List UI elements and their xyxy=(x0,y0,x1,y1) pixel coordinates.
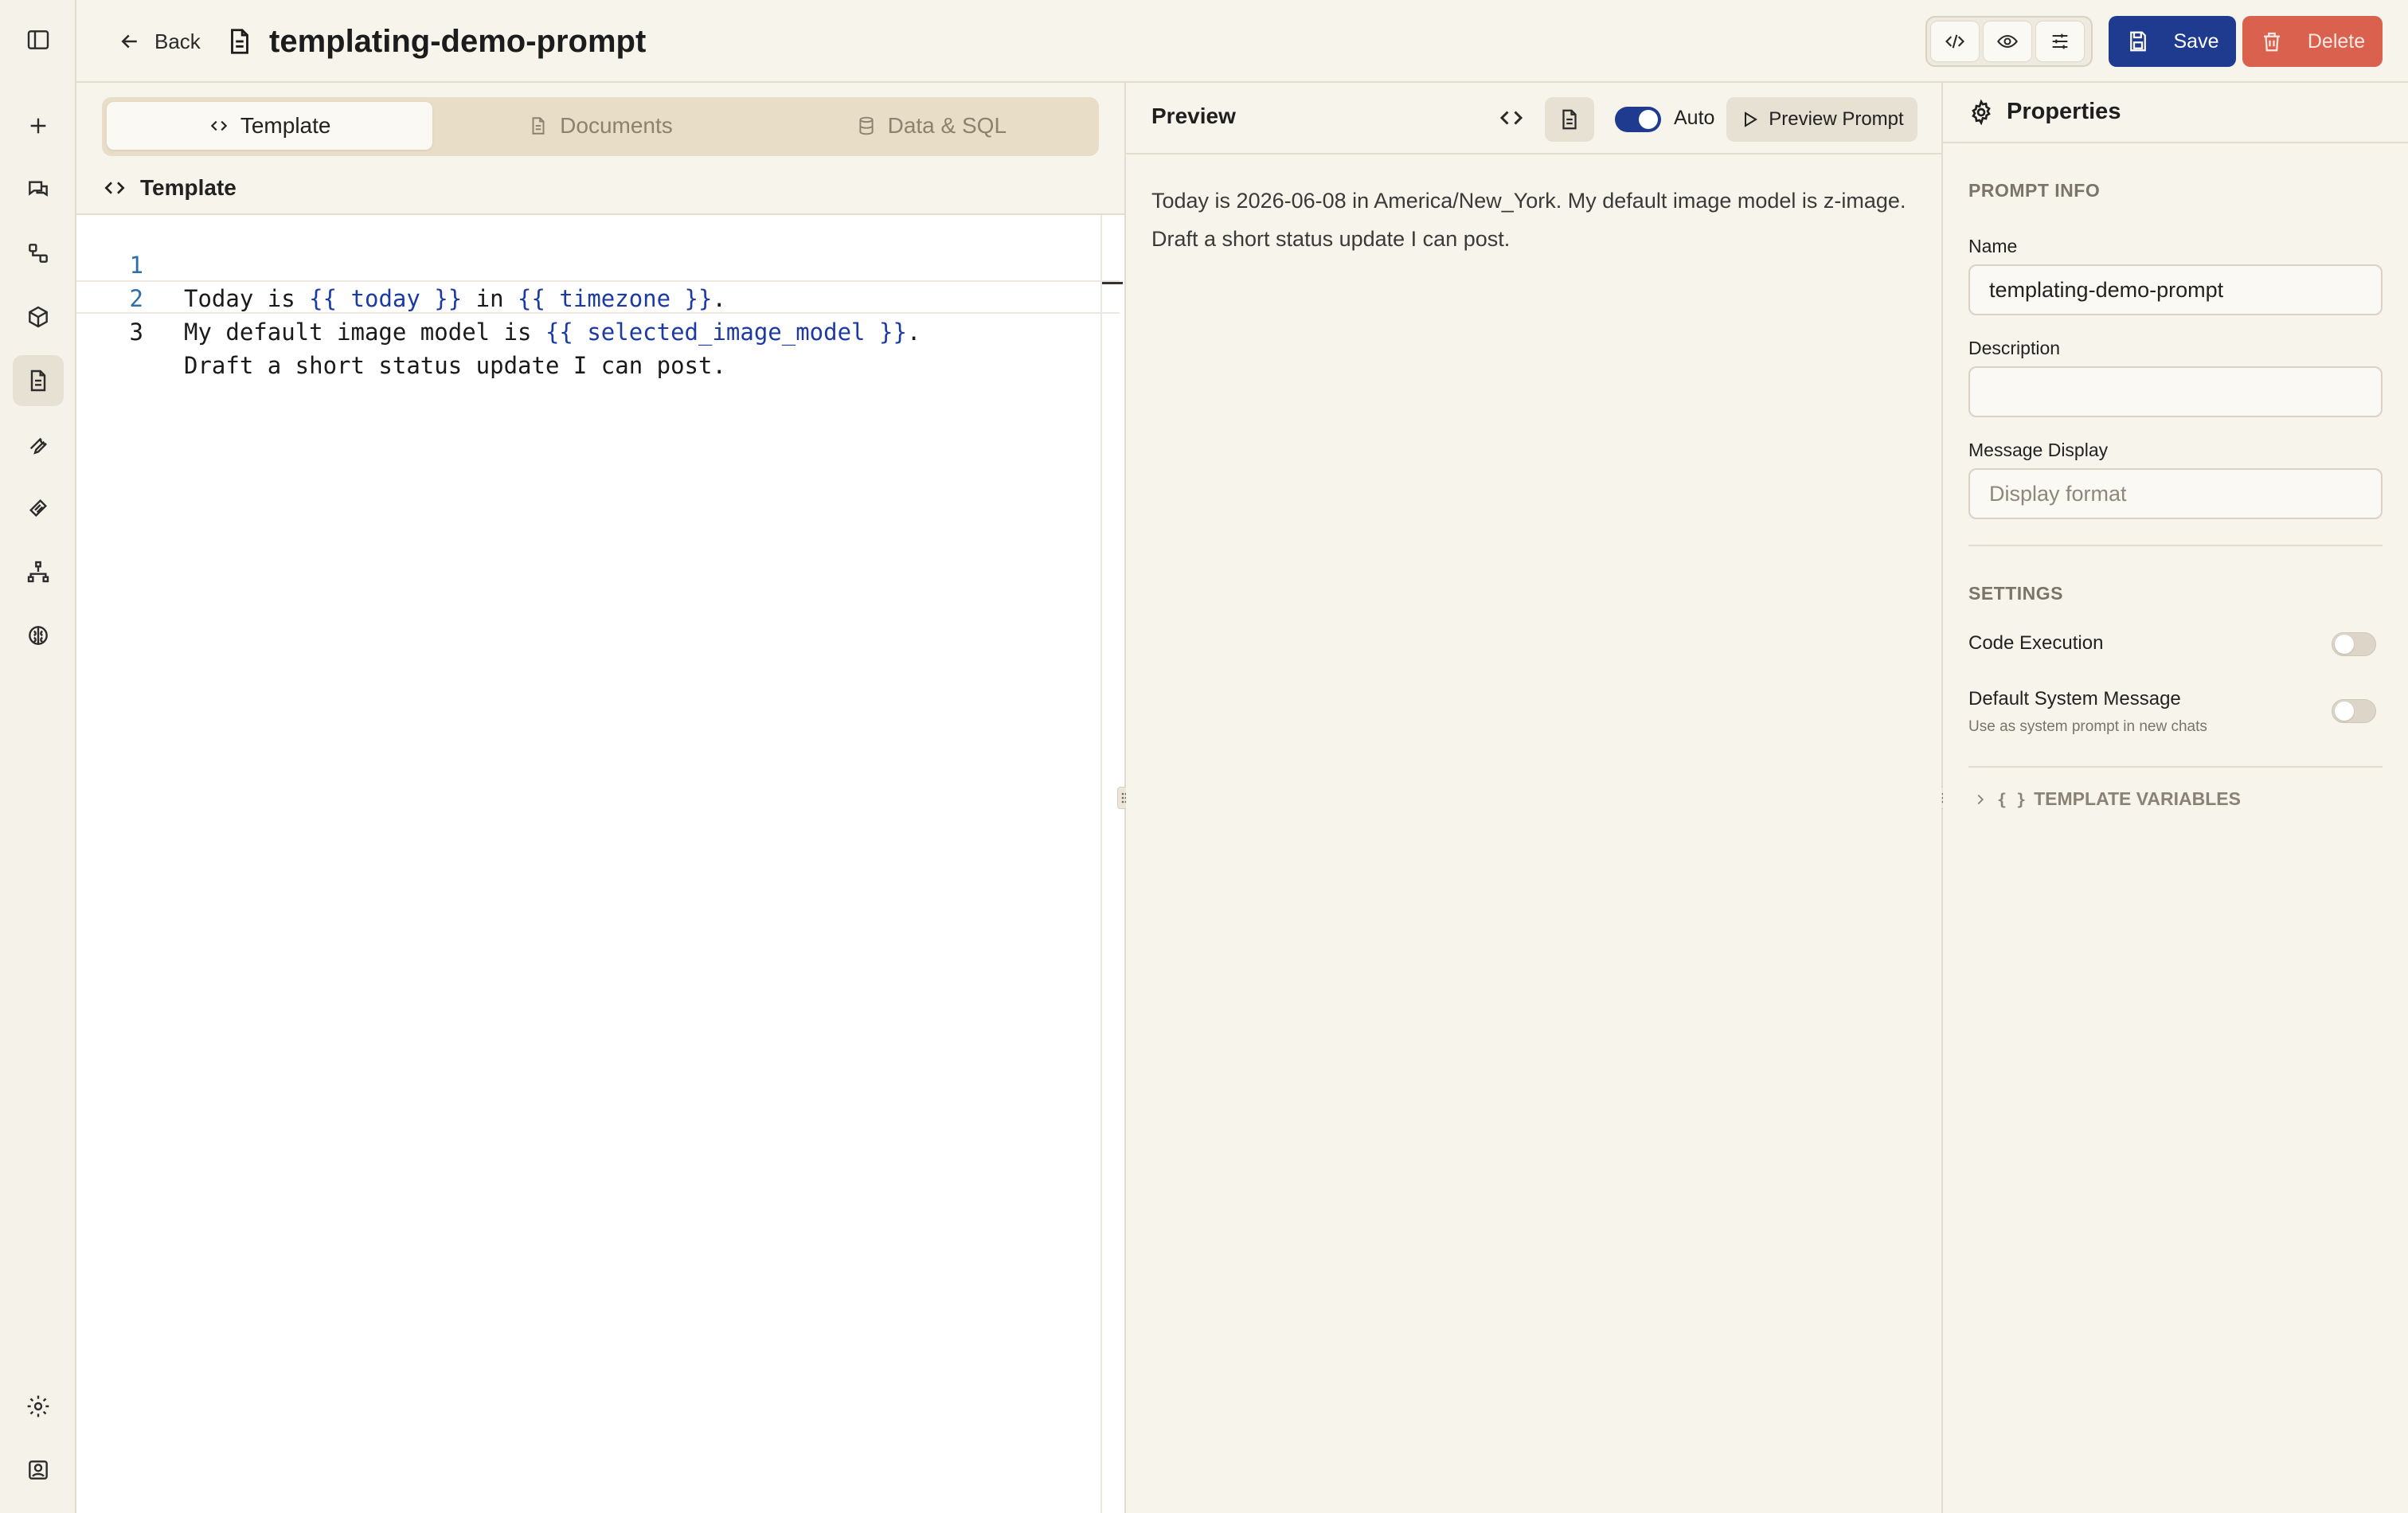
save-label: Save xyxy=(2173,29,2219,53)
tab-label: Documents xyxy=(560,113,673,138)
delete-button[interactable]: Delete xyxy=(2242,16,2383,67)
default-system-message-toggle[interactable] xyxy=(2332,699,2376,723)
properties-title: Properties xyxy=(1968,99,2121,125)
code-line: 1 Today is {{ today }} in {{ timezone }}… xyxy=(76,215,1124,312)
name-field[interactable]: templating-demo-prompt xyxy=(1968,264,2383,315)
preview-view-button[interactable] xyxy=(1983,21,2032,62)
line-number: 3 xyxy=(129,319,143,346)
auto-preview-toggle[interactable] xyxy=(1615,107,1661,132)
braces-icon: { } xyxy=(1997,789,2027,809)
message-display-label: Message Display xyxy=(1968,440,2109,460)
rendered-document-button[interactable] xyxy=(1545,97,1594,142)
properties-header: Properties xyxy=(1943,83,2408,143)
account-icon[interactable] xyxy=(13,1445,64,1495)
view-mode-toggle xyxy=(1925,16,2093,67)
sidebar-toggle-icon[interactable] xyxy=(13,14,64,65)
gear-icon xyxy=(1972,99,1991,125)
line-text: Draft a short status update I can post. xyxy=(184,352,726,379)
line-text: My default image model is {{ selected_im… xyxy=(184,319,921,346)
save-button[interactable]: Save xyxy=(2109,16,2236,67)
tab-template[interactable]: Template xyxy=(107,102,433,150)
divider xyxy=(1968,766,2383,768)
database-icon xyxy=(859,116,874,135)
trash-icon xyxy=(2263,32,2280,52)
section-title: Template xyxy=(140,175,236,200)
tab-label: Template xyxy=(240,113,331,138)
workflow-icon[interactable] xyxy=(13,228,64,279)
properties-view-button[interactable] xyxy=(2035,21,2085,62)
models-cube-icon[interactable] xyxy=(13,291,64,342)
tools-wrench-icon[interactable] xyxy=(13,419,64,470)
code-icon xyxy=(210,120,228,131)
preview-prompt-button[interactable]: Preview Prompt xyxy=(1726,97,1917,142)
prompt-info-heading: PROMPT INFO xyxy=(1968,180,2101,201)
template-section-header: Template xyxy=(102,169,236,207)
template-pane: Template Documents Data & SQL Template 1… xyxy=(76,83,1124,1513)
description-field[interactable] xyxy=(1968,366,2383,417)
tab-data-sql[interactable]: Data & SQL xyxy=(768,102,1094,150)
sliders-icon xyxy=(2052,33,2068,49)
code-view-button[interactable] xyxy=(1930,21,1980,62)
template-variables-expander[interactable]: { } TEMPLATE VARIABLES xyxy=(1972,788,2241,810)
save-floppy-icon xyxy=(2129,31,2146,52)
description-label: Description xyxy=(1968,338,2061,358)
document-icon xyxy=(231,29,248,54)
code-icon xyxy=(104,182,125,194)
back-button[interactable]: Back xyxy=(118,22,201,61)
play-icon xyxy=(1745,111,1758,127)
code-slash-icon xyxy=(1945,34,1964,49)
settings-gear-icon[interactable] xyxy=(13,1381,64,1432)
knowledge-icon[interactable] xyxy=(13,483,64,534)
template-code-editor[interactable]: 1 Today is {{ today }} in {{ timezone }}… xyxy=(76,215,1124,1513)
auto-label: Auto xyxy=(1674,107,1715,129)
code-execution-toggle[interactable] xyxy=(2332,632,2376,656)
back-label: Back xyxy=(154,29,201,53)
editor-scrollbar-track[interactable] xyxy=(1100,215,1102,1513)
name-label: Name xyxy=(1968,236,2018,256)
preview-header: Preview Auto Preview Prompt xyxy=(1126,83,1941,154)
document-icon xyxy=(1562,109,1577,130)
prompts-document-icon[interactable] xyxy=(13,355,64,406)
tab-documents[interactable]: Documents xyxy=(437,102,763,150)
template-variable: {{ selected_image_model }} xyxy=(545,319,907,346)
memory-brain-icon[interactable] xyxy=(13,610,64,661)
chats-icon[interactable] xyxy=(13,164,64,215)
code-line-current: 3 Draft a short status update I can post… xyxy=(76,280,1120,379)
delete-label: Delete xyxy=(2307,29,2366,53)
new-chat-plus-icon[interactable] xyxy=(13,100,64,151)
preview-prompt-label: Preview Prompt xyxy=(1769,108,1904,130)
properties-pane: Properties PROMPT INFO Name templating-d… xyxy=(1943,83,2408,1513)
preview-title: Preview xyxy=(1151,104,1236,128)
message-display-field[interactable]: Display format xyxy=(1968,468,2383,519)
eye-icon xyxy=(1997,34,2018,49)
template-variables-label: TEMPLATE VARIABLES xyxy=(2034,788,2241,809)
arrow-left-icon xyxy=(121,34,137,49)
title-area: templating-demo-prompt xyxy=(225,19,646,64)
chevron-right-icon xyxy=(1977,794,1984,804)
editor-tabs: Template Documents Data & SQL xyxy=(102,97,1099,156)
page-title: templating-demo-prompt xyxy=(269,23,647,59)
top-header: Back templating-demo-prompt Save Delete xyxy=(76,0,2408,83)
tab-label: Data & SQL xyxy=(887,113,1007,138)
network-icon[interactable] xyxy=(13,546,64,597)
code-icon[interactable] xyxy=(1497,104,1526,132)
default-system-message-label: Default System Message xyxy=(1968,688,2181,710)
preview-output: Today is 2026-06-08 in America/New_York.… xyxy=(1151,189,1906,251)
settings-heading: SETTINGS xyxy=(1968,583,2064,604)
divider xyxy=(1968,545,2383,546)
left-rail xyxy=(0,0,76,1513)
file-icon xyxy=(532,117,545,135)
preview-pane: Preview Auto Preview Prompt Today is 202… xyxy=(1126,83,1941,1513)
code-line: 2 My default image model is {{ selected_… xyxy=(76,248,1124,346)
default-system-message-hint: Use as system prompt in new chats xyxy=(1968,718,2207,735)
code-execution-label: Code Execution xyxy=(1968,632,2104,654)
